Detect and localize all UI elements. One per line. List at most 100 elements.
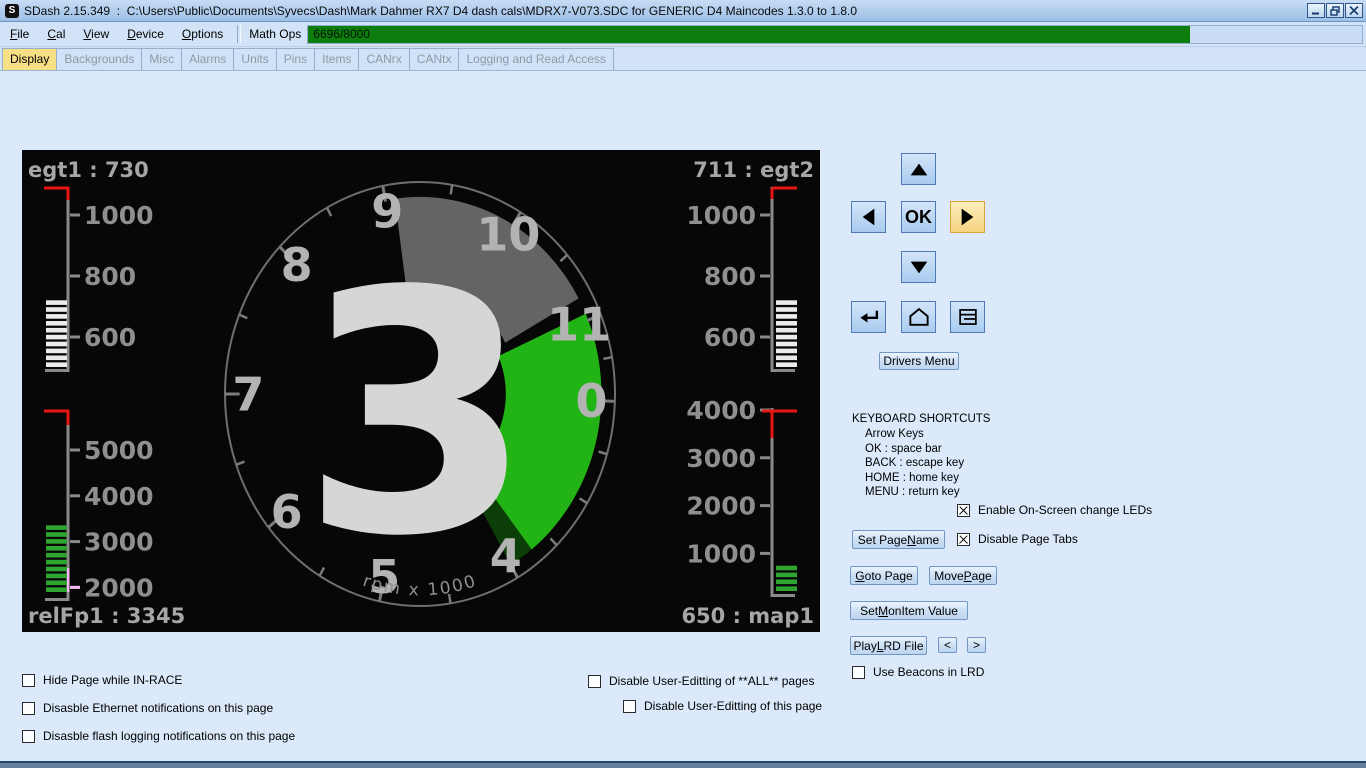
dash-preview-panel[interactable]: 045678910113rpm x 10001000800600egt1 : 7…	[22, 150, 820, 632]
hide-page-in-race-row: Hide Page while IN-RACE	[22, 673, 182, 687]
gauge-egt2-bar-segment	[776, 300, 797, 305]
tab-items[interactable]: Items	[314, 48, 359, 70]
restore-button[interactable]	[1326, 3, 1344, 18]
move-page-button[interactable]: Move Page	[929, 566, 997, 585]
tab-pins[interactable]: Pins	[276, 48, 315, 70]
nav-ok-button[interactable]: OK	[901, 201, 936, 233]
disable-page-tabs-row: Disable Page Tabs	[957, 532, 1078, 546]
disable-user-edit-all-checkbox[interactable]	[588, 675, 601, 688]
gauge-relFp1-label: relFp1 : 3345	[28, 604, 185, 628]
gauge-egt1-bar-segment	[46, 356, 67, 361]
gauge-relFp1-tick-label: 5000	[84, 436, 154, 465]
disable-user-edit-page-checkbox[interactable]	[623, 700, 636, 713]
enable-leds-label[interactable]: Enable On-Screen change LEDs	[978, 503, 1152, 517]
tab-cantx[interactable]: CANtx	[409, 48, 460, 70]
dial-number-6: 6	[271, 485, 303, 539]
tab-canrx[interactable]: CANrx	[358, 48, 409, 70]
window-controls	[1307, 3, 1363, 18]
gauge-egt1-label: egt1 : 730	[28, 158, 149, 182]
window-bottom-frame	[0, 761, 1366, 768]
nav-right-button[interactable]	[950, 201, 985, 233]
tab-display[interactable]: Display	[2, 48, 57, 70]
arrow-up-icon	[909, 162, 929, 177]
dial-minor-tick	[580, 498, 588, 503]
gauge-egt1-bar-segment	[46, 349, 67, 354]
minimize-button[interactable]	[1307, 3, 1325, 18]
nav-left-button[interactable]	[851, 201, 886, 233]
tab-backgrounds[interactable]: Backgrounds	[56, 48, 142, 70]
dial-minor-tick	[327, 208, 331, 216]
gauge-egt1-bar-segment	[46, 362, 67, 367]
gauge-egt2-tick-label: 800	[704, 262, 756, 291]
hide-page-in-race-checkbox[interactable]	[22, 674, 35, 687]
page-content: 045678910113rpm x 10001000800600egt1 : 7…	[0, 71, 1366, 761]
menu-cal[interactable]: Cal	[39, 24, 73, 44]
play-lrd-file-button[interactable]: Play LRD File	[850, 636, 927, 655]
gauge-relFp1-tick-label: 2000	[84, 573, 154, 602]
gauge-egt2-bar-segment	[776, 342, 797, 347]
gauge-relFp1-bar-segment	[46, 581, 67, 586]
menu-file[interactable]: File	[2, 24, 37, 44]
gauge-map1-tick-label: 1000	[686, 539, 756, 568]
use-beacons-label[interactable]: Use Beacons in LRD	[873, 665, 984, 679]
dial-number-0: 0	[575, 374, 607, 428]
nav-home-button[interactable]	[901, 301, 936, 333]
gauge-relFp1-bar-segment	[46, 546, 67, 551]
gauge-map1-tick-label: 4000	[686, 396, 756, 425]
menu-view[interactable]: View	[75, 24, 117, 44]
gauge-egt2-label: 711 : egt2	[693, 158, 814, 182]
lrd-next-button[interactable]: >	[967, 637, 986, 653]
gauge-egt1-bar-segment	[46, 314, 67, 319]
nav-back-button[interactable]	[851, 301, 886, 333]
disable-flash-logging-label[interactable]: Disasble flash logging notifications on …	[43, 729, 295, 743]
tab-units[interactable]: Units	[233, 48, 276, 70]
dial-minor-tick	[599, 452, 607, 455]
disable-user-edit-page-label[interactable]: Disable User-Editting of this page	[644, 699, 822, 713]
disable-page-tabs-label[interactable]: Disable Page Tabs	[978, 532, 1078, 546]
gauge-egt2-bar-segment	[776, 362, 797, 367]
gauge-map1-bar-segment	[776, 566, 797, 571]
gauge-relFp1-bar-segment	[46, 525, 67, 530]
shortcut-back: BACK : escape key	[865, 457, 964, 469]
math-ops-progressbar: 6696/8000	[307, 25, 1363, 44]
enable-leds-checkbox[interactable]	[957, 504, 970, 517]
gauge-egt2-tick-label: 1000	[686, 201, 756, 230]
disable-user-edit-all-label[interactable]: Disable User-Editting of **ALL** pages	[609, 674, 814, 688]
tab-logging-and-read-access[interactable]: Logging and Read Access	[458, 48, 613, 70]
menu-device[interactable]: Device	[119, 24, 172, 44]
app-icon-letter: S	[9, 5, 16, 16]
disable-ethernet-checkbox[interactable]	[22, 702, 35, 715]
nav-menu-button[interactable]	[950, 301, 985, 333]
disable-flash-logging-checkbox[interactable]	[22, 730, 35, 743]
gauge-relFp1-bar-segment	[46, 587, 67, 592]
nav-down-button[interactable]	[901, 251, 936, 283]
titlebar[interactable]: S SDash 2.15.349 : C:\Users\Public\Docum…	[0, 0, 1366, 22]
gauge-egt1-tick-label: 800	[84, 262, 136, 291]
shortcut-ok: OK : space bar	[865, 443, 942, 455]
tab-misc[interactable]: Misc	[141, 48, 182, 70]
menu-options[interactable]: Options	[174, 24, 231, 44]
gauge-relFp1-bar-segment	[46, 539, 67, 544]
lrd-prev-button[interactable]: <	[938, 637, 957, 653]
disable-page-tabs-checkbox[interactable]	[957, 533, 970, 546]
gauge-egt1-tick-label: 600	[84, 323, 136, 352]
close-button[interactable]	[1345, 3, 1363, 18]
gauge-relFp1-bar-segment	[46, 560, 67, 565]
set-page-name-button[interactable]: Set Page Name	[852, 530, 945, 549]
tab-alarms[interactable]: Alarms	[181, 48, 234, 70]
gauge-egt1-bar-segment	[46, 342, 67, 347]
shortcut-menu: MENU : return key	[865, 486, 960, 498]
disable-ethernet-label[interactable]: Disasble Ethernet notifications on this …	[43, 701, 273, 715]
goto-page-button[interactable]: Goto Page	[850, 566, 918, 585]
drivers-menu-button[interactable]: Drivers Menu	[879, 352, 959, 370]
dial-minor-tick	[236, 462, 244, 465]
set-monitem-value-button[interactable]: Set MonItem Value	[850, 601, 968, 620]
gauge-egt1-bar-segment	[46, 335, 67, 340]
use-beacons-checkbox[interactable]	[852, 666, 865, 679]
hide-page-in-race-label[interactable]: Hide Page while IN-RACE	[43, 673, 182, 687]
math-ops-progress-fill	[308, 26, 1190, 43]
dial-minor-tick	[551, 538, 557, 545]
gauge-egt1-bar-segment	[46, 307, 67, 312]
nav-up-button[interactable]	[901, 153, 936, 185]
dial-minor-tick	[451, 185, 453, 194]
